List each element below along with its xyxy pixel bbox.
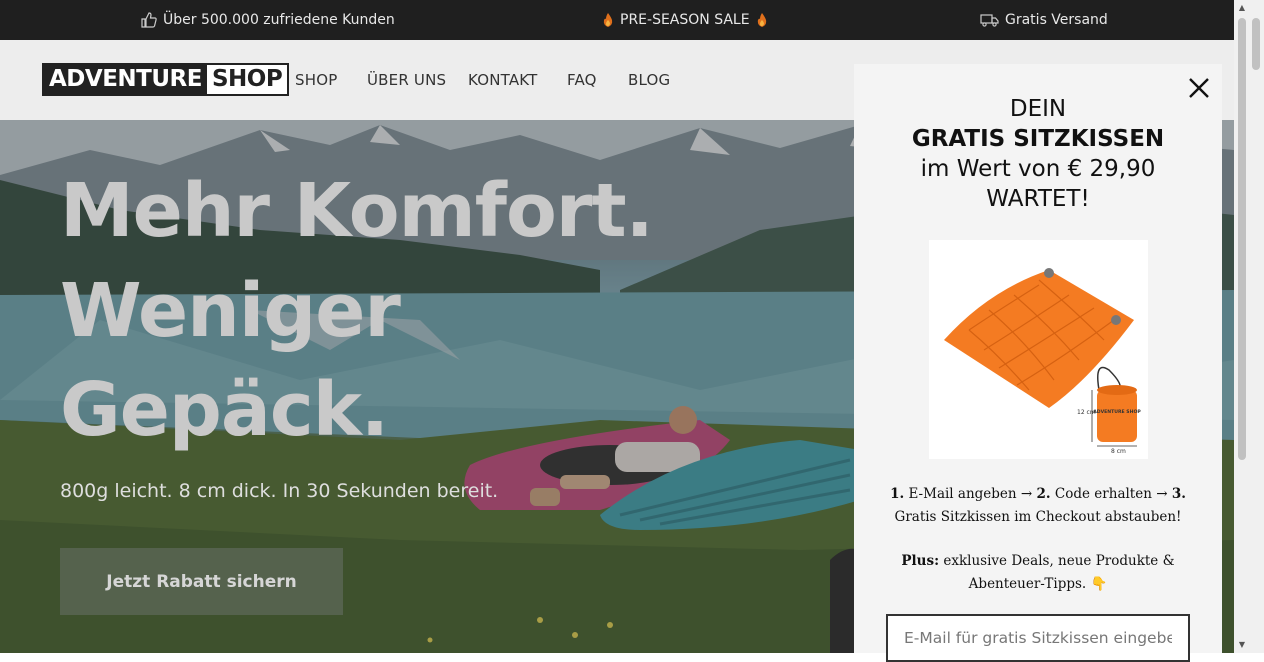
logo-word-shop: SHOP — [206, 65, 288, 94]
popup-title-line-4: WARTET! — [986, 186, 1090, 212]
newsletter-popup: DEIN GRATIS SITZKISSEN im Wert von € 29,… — [854, 64, 1222, 662]
sale-text: PRE-SEASON SALE — [620, 12, 750, 28]
scrollbar-thumb[interactable] — [1238, 18, 1246, 460]
discount-cta-button[interactable]: Jetzt Rabatt sichern — [60, 548, 343, 615]
fire-icon — [756, 13, 768, 27]
fire-icon — [602, 13, 614, 27]
product-brand-label: ADVENTURE SHOP — [1093, 409, 1141, 415]
popup-title-line-1: DEIN — [1009, 96, 1067, 122]
step-3-text: Gratis Sitzkissen im Checkout abstauben! — [894, 508, 1182, 525]
nav-item-blog[interactable]: BLOG — [628, 71, 670, 89]
shipping-notice: Gratis Versand — [980, 0, 1108, 40]
logo-word-adventure: ADVENTURE — [44, 65, 207, 94]
thumbs-up-icon — [141, 12, 157, 28]
shipping-text: Gratis Versand — [1005, 12, 1108, 28]
site-logo[interactable]: ADVENTURE SHOP — [42, 63, 290, 96]
step-2-text: Code erhalten — [1054, 486, 1152, 502]
scroll-up-icon[interactable]: ▲ — [1237, 3, 1247, 13]
step-number-3: 3. — [1171, 486, 1186, 502]
hero-headline-line-2: Weniger — [60, 268, 401, 354]
popup-plus-text: Plus: exklusive Deals, neue Produkte & A… — [882, 550, 1194, 595]
plus-label: Plus: — [901, 553, 940, 569]
sale-notice[interactable]: PRE-SEASON SALE — [602, 0, 768, 40]
email-field[interactable] — [886, 614, 1190, 662]
hero-headline-line-3: Gepäck. — [60, 367, 389, 453]
step-number-2: 2. — [1036, 486, 1051, 502]
popup-title-line-2: GRATIS SITZKISSEN — [911, 126, 1165, 152]
announcement-bar: Über 500.000 zufriedene Kunden PRE-SEASO… — [0, 0, 1234, 40]
popup-steps-text: 1. E-Mail angeben → 2. Code erhalten → 3… — [882, 483, 1194, 528]
scroll-down-icon[interactable]: ▼ — [1237, 640, 1247, 650]
nav-item-faq[interactable]: FAQ — [567, 71, 597, 89]
step-number-1: 1. — [890, 486, 905, 502]
popup-scrollbar-thumb[interactable] — [1252, 18, 1260, 70]
product-dimension-width: 8 cm — [1111, 448, 1126, 455]
hero-headline-line-1: Mehr Komfort. — [60, 168, 654, 254]
nav-item-kontakt[interactable]: KONTAKT — [468, 71, 538, 89]
product-dimension-height: 12 cm — [1077, 409, 1096, 416]
nav-item-ueber-uns[interactable]: ÜBER UNS — [367, 71, 446, 89]
popup-title-line-3: im Wert von € 29,90 — [920, 156, 1156, 182]
truck-icon — [980, 13, 999, 27]
step-1-text: E-Mail angeben — [908, 486, 1017, 502]
plus-description: exklusive Deals, neue Produkte & Abenteu… — [943, 553, 1175, 592]
customers-notice: Über 500.000 zufriedene Kunden — [141, 0, 395, 40]
customers-text: Über 500.000 zufriedene Kunden — [163, 12, 395, 28]
seat-cushion-product-image: ADVENTURE SHOP 12 cm 8 cm — [929, 240, 1148, 459]
nav-item-shop[interactable]: SHOP — [295, 71, 337, 89]
arrow-right-icon: → — [1020, 486, 1033, 502]
arrow-right-icon: → — [1156, 486, 1168, 502]
hero-subtitle: 800g leicht. 8 cm dick. In 30 Sekunden b… — [60, 480, 499, 502]
